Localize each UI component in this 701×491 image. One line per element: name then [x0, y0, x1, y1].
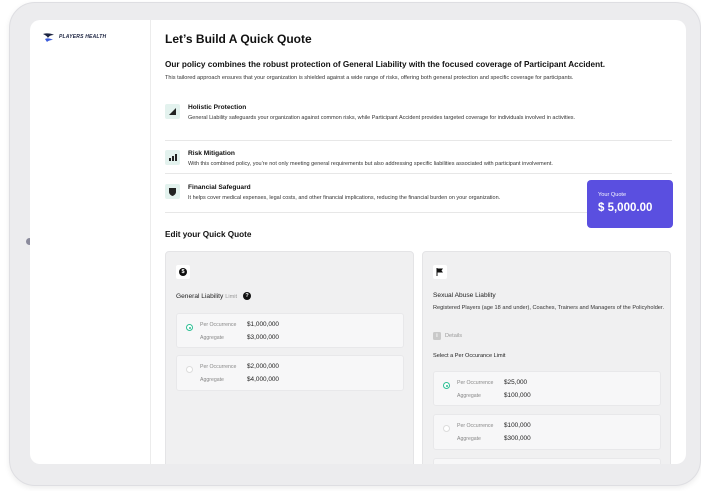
- feature-title: Financial Safeguard: [188, 184, 251, 191]
- aggregate-value: $4,000,000: [247, 376, 279, 383]
- policy-intro: This tailored approach ensures that your…: [165, 75, 574, 81]
- page-title: Let’s Build A Quick Quote: [165, 32, 312, 46]
- logo-text: PLAYERS HEALTH: [59, 34, 107, 40]
- info-icon: i: [433, 332, 441, 340]
- quote-amount: $ 5,000.00: [598, 202, 653, 214]
- flag-icon: [433, 265, 447, 279]
- help-icon[interactable]: ?: [243, 292, 252, 300]
- occurrence-label: Per Occurrence: [200, 364, 237, 370]
- feature-holistic-protection: Holistic Protection General Liability sa…: [165, 104, 672, 141]
- feature-desc: It helps cover medical expenses, legal c…: [188, 195, 501, 201]
- aggregate-label: Aggregate: [200, 377, 224, 383]
- select-limit-label: Select a Per Occurance Limit: [433, 353, 506, 359]
- shield-check-icon: [165, 184, 180, 199]
- occurrence-value: $25,000: [504, 379, 528, 386]
- feature-title: Risk Mitigation: [188, 150, 235, 157]
- bar-chart-icon: [165, 150, 180, 165]
- sidebar: PLAYERS HEALTH: [30, 20, 151, 464]
- sexual-abuse-card: Sexual Abuse Liablity Registered Players…: [422, 251, 671, 464]
- dollar-icon: $: [176, 265, 190, 279]
- details-toggle[interactable]: i Details: [433, 332, 462, 340]
- brand-logo[interactable]: PLAYERS HEALTH: [42, 32, 106, 43]
- feature-desc: With this combined policy, you’re not on…: [188, 161, 553, 167]
- occurrence-label: Per Occurrence: [200, 322, 237, 328]
- coverage-name: Sexual Abuse Liablity: [433, 292, 496, 299]
- policy-headline: Our policy combines the robust protectio…: [165, 60, 606, 69]
- coverage-name-text: General Liability: [176, 292, 224, 300]
- coverage-sub: Limit: [225, 293, 238, 300]
- coverage-name: General Liability Limit?: [176, 292, 252, 300]
- limit-option[interactable]: Per Occurrence $25,000 Aggregate $100,00…: [433, 371, 661, 406]
- occurrence-value: $100,000: [504, 422, 531, 429]
- radio-unselected[interactable]: [443, 425, 450, 432]
- feature-risk-mitigation: Risk Mitigation With this combined polic…: [165, 150, 672, 174]
- coverage-desc: Registered Players (age 18 and under), C…: [433, 305, 665, 311]
- main-content: Let’s Build A Quick Quote Our policy com…: [165, 20, 675, 464]
- app-screen: PLAYERS HEALTH Let’s Build A Quick Quote…: [30, 20, 686, 464]
- aggregate-label: Aggregate: [457, 436, 481, 442]
- aggregate-label: Aggregate: [200, 335, 224, 341]
- radio-selected[interactable]: [443, 382, 450, 389]
- limit-option[interactable]: [433, 458, 661, 464]
- aggregate-value: $3,000,000: [247, 334, 279, 341]
- occurrence-value: $2,000,000: [247, 363, 279, 370]
- limit-option[interactable]: Per Occurrence $1,000,000 Aggregate $3,0…: [176, 313, 404, 348]
- feature-title: Holistic Protection: [188, 104, 247, 111]
- your-quote-card: Your Quote $ 5,000.00: [587, 180, 673, 228]
- quote-label: Your Quote: [598, 192, 627, 198]
- details-label: Details: [445, 333, 463, 339]
- aggregate-label: Aggregate: [457, 393, 481, 399]
- feature-desc: General Liability safeguards your organi…: [188, 115, 576, 121]
- radio-selected[interactable]: [186, 324, 193, 331]
- occurrence-label: Per Occurrence: [457, 423, 494, 429]
- tablet-frame: PLAYERS HEALTH Let’s Build A Quick Quote…: [9, 2, 701, 486]
- aggregate-value: $300,000: [504, 435, 531, 442]
- radio-unselected[interactable]: [186, 366, 193, 373]
- aggregate-value: $100,000: [504, 392, 531, 399]
- logo-swoosh-icon: [43, 33, 54, 42]
- edit-quote-title: Edit your Quick Quote: [165, 230, 252, 239]
- general-liability-card: $ General Liability Limit? Per Occurrence…: [165, 251, 414, 464]
- occurrence-label: Per Occurrence: [457, 380, 494, 386]
- occurrence-value: $1,000,000: [247, 321, 279, 328]
- limit-option[interactable]: Per Occurrence $2,000,000 Aggregate $4,0…: [176, 355, 404, 391]
- limit-option[interactable]: Per Occurrence $100,000 Aggregate $300,0…: [433, 414, 661, 450]
- shield-image-icon: [165, 104, 180, 119]
